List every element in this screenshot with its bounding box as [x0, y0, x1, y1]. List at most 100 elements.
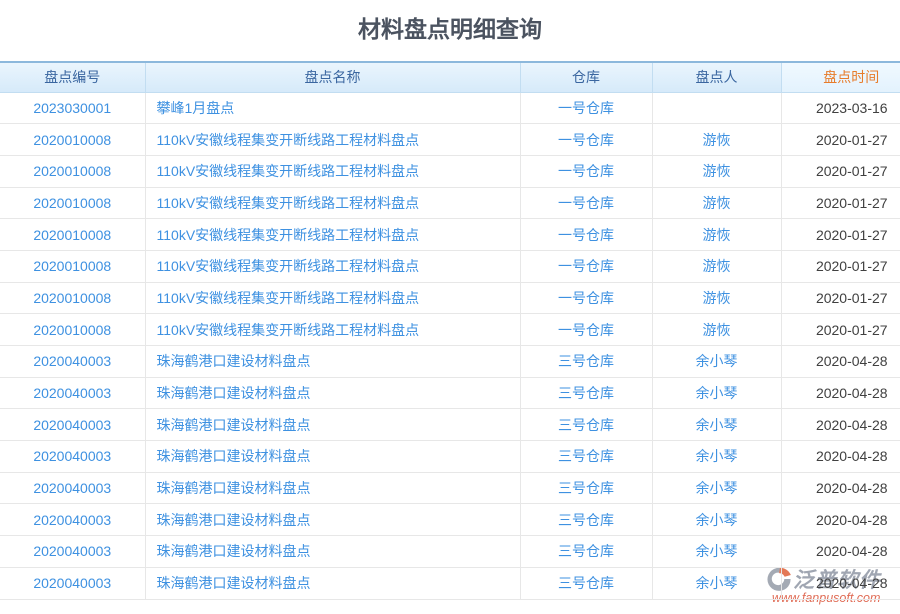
inventory-name-link[interactable]: 110kV安徽线程集变开断线路工程材料盘点 [157, 132, 420, 148]
person-link[interactable]: 余小琴 [696, 543, 738, 559]
cell-date: 2020-01-27 [781, 314, 900, 346]
cell-inventory-name: 珠海鹤港口建设材料盘点 [145, 346, 520, 378]
cell-date: 2020-04-28 [781, 504, 900, 536]
col-header-warehouse[interactable]: 仓库 [520, 62, 652, 92]
person-link[interactable]: 余小琴 [696, 417, 738, 433]
inventory-id-link[interactable]: 2020010008 [33, 132, 111, 148]
inventory-id-link[interactable]: 2020010008 [33, 258, 111, 274]
person-link[interactable]: 余小琴 [696, 385, 738, 401]
inventory-name-link[interactable]: 珠海鹤港口建设材料盘点 [157, 385, 311, 401]
cell-person: 余小琴 [652, 536, 781, 568]
warehouse-link[interactable]: 一号仓库 [558, 227, 614, 243]
table-row: 2020040003 珠海鹤港口建设材料盘点 三号仓库 余小琴 2020-04-… [0, 346, 900, 378]
cell-person: 余小琴 [652, 567, 781, 599]
cell-inventory-id: 2020040003 [0, 377, 145, 409]
inventory-name-link[interactable]: 110kV安徽线程集变开断线路工程材料盘点 [157, 322, 420, 338]
col-header-inventory-name[interactable]: 盘点名称 [145, 62, 520, 92]
inventory-name-link[interactable]: 珠海鹤港口建设材料盘点 [157, 417, 311, 433]
cell-inventory-name: 珠海鹤港口建设材料盘点 [145, 567, 520, 599]
cell-warehouse: 三号仓库 [520, 377, 652, 409]
person-link[interactable]: 余小琴 [696, 575, 738, 591]
inventory-name-link[interactable]: 110kV安徽线程集变开断线路工程材料盘点 [157, 163, 420, 179]
inventory-id-link[interactable]: 2020040003 [33, 353, 111, 369]
cell-warehouse: 三号仓库 [520, 536, 652, 568]
warehouse-link[interactable]: 三号仓库 [558, 543, 614, 559]
inventory-name-link[interactable]: 珠海鹤港口建设材料盘点 [157, 512, 311, 528]
warehouse-link[interactable]: 三号仓库 [558, 353, 614, 369]
warehouse-link[interactable]: 三号仓库 [558, 448, 614, 464]
warehouse-link[interactable]: 一号仓库 [558, 132, 614, 148]
inventory-id-link[interactable]: 2020010008 [33, 163, 111, 179]
inventory-name-link[interactable]: 珠海鹤港口建设材料盘点 [157, 480, 311, 496]
inventory-id-link[interactable]: 2023030001 [33, 100, 111, 116]
inventory-id-link[interactable]: 2020040003 [33, 575, 111, 591]
cell-warehouse: 一号仓库 [520, 187, 652, 219]
person-link[interactable]: 游恢 [703, 290, 731, 306]
table-row: 2020040003 珠海鹤港口建设材料盘点 三号仓库 余小琴 2020-04-… [0, 567, 900, 599]
date-text: 2020-01-27 [816, 258, 888, 274]
warehouse-link[interactable]: 一号仓库 [558, 163, 614, 179]
col-header-inventory-id[interactable]: 盘点编号 [0, 62, 145, 92]
cell-inventory-id: 2020040003 [0, 536, 145, 568]
cell-date: 2020-04-28 [781, 409, 900, 441]
warehouse-link[interactable]: 三号仓库 [558, 512, 614, 528]
inventory-id-link[interactable]: 2020010008 [33, 227, 111, 243]
inventory-id-link[interactable]: 2020040003 [33, 512, 111, 528]
inventory-id-link[interactable]: 2020040003 [33, 480, 111, 496]
table-header-row: 盘点编号 盘点名称 仓库 盘点人 盘点时间 [0, 62, 900, 92]
date-text: 2020-04-28 [816, 385, 888, 401]
date-text: 2020-01-27 [816, 163, 888, 179]
inventory-id-link[interactable]: 2020040003 [33, 448, 111, 464]
warehouse-link[interactable]: 一号仓库 [558, 290, 614, 306]
cell-date: 2020-04-28 [781, 567, 900, 599]
person-link[interactable]: 余小琴 [696, 353, 738, 369]
inventory-id-link[interactable]: 2020040003 [33, 417, 111, 433]
table-row: 2020010008 110kV安徽线程集变开断线路工程材料盘点 一号仓库 游恢… [0, 282, 900, 314]
person-link[interactable]: 余小琴 [696, 448, 738, 464]
cell-person: 余小琴 [652, 472, 781, 504]
warehouse-link[interactable]: 一号仓库 [558, 258, 614, 274]
cell-warehouse: 一号仓库 [520, 314, 652, 346]
person-link[interactable]: 游恢 [703, 258, 731, 274]
warehouse-link[interactable]: 一号仓库 [558, 100, 614, 116]
inventory-id-link[interactable]: 2020040003 [33, 385, 111, 401]
inventory-id-link[interactable]: 2020040003 [33, 543, 111, 559]
date-text: 2023-03-16 [816, 100, 888, 116]
person-link[interactable]: 余小琴 [696, 480, 738, 496]
table-row: 2020010008 110kV安徽线程集变开断线路工程材料盘点 一号仓库 游恢… [0, 155, 900, 187]
cell-inventory-id: 2020010008 [0, 187, 145, 219]
cell-warehouse: 三号仓库 [520, 504, 652, 536]
warehouse-link[interactable]: 三号仓库 [558, 480, 614, 496]
inventory-name-link[interactable]: 珠海鹤港口建设材料盘点 [157, 543, 311, 559]
cell-person: 游恢 [652, 187, 781, 219]
inventory-name-link[interactable]: 珠海鹤港口建设材料盘点 [157, 448, 311, 464]
warehouse-link[interactable]: 一号仓库 [558, 195, 614, 211]
inventory-name-link[interactable]: 珠海鹤港口建设材料盘点 [157, 353, 311, 369]
person-link[interactable]: 游恢 [703, 163, 731, 179]
inventory-name-link[interactable]: 珠海鹤港口建设材料盘点 [157, 575, 311, 591]
inventory-name-link[interactable]: 攀峰1月盘点 [157, 100, 235, 116]
inventory-name-link[interactable]: 110kV安徽线程集变开断线路工程材料盘点 [157, 290, 420, 306]
inventory-name-link[interactable]: 110kV安徽线程集变开断线路工程材料盘点 [157, 258, 420, 274]
warehouse-link[interactable]: 三号仓库 [558, 575, 614, 591]
person-link[interactable]: 游恢 [703, 132, 731, 148]
person-link[interactable]: 游恢 [703, 195, 731, 211]
cell-warehouse: 三号仓库 [520, 346, 652, 378]
warehouse-link[interactable]: 三号仓库 [558, 385, 614, 401]
col-header-person[interactable]: 盘点人 [652, 62, 781, 92]
person-link[interactable]: 余小琴 [696, 512, 738, 528]
table-row: 2020010008 110kV安徽线程集变开断线路工程材料盘点 一号仓库 游恢… [0, 250, 900, 282]
col-header-date[interactable]: 盘点时间 [781, 62, 900, 92]
cell-date: 2020-01-27 [781, 250, 900, 282]
inventory-id-link[interactable]: 2020010008 [33, 322, 111, 338]
warehouse-link[interactable]: 一号仓库 [558, 322, 614, 338]
person-link[interactable]: 游恢 [703, 322, 731, 338]
inventory-name-link[interactable]: 110kV安徽线程集变开断线路工程材料盘点 [157, 195, 420, 211]
cell-inventory-id: 2020010008 [0, 250, 145, 282]
inventory-id-link[interactable]: 2020010008 [33, 195, 111, 211]
inventory-name-link[interactable]: 110kV安徽线程集变开断线路工程材料盘点 [157, 227, 420, 243]
person-link[interactable]: 游恢 [703, 227, 731, 243]
warehouse-link[interactable]: 三号仓库 [558, 417, 614, 433]
cell-date: 2020-01-27 [781, 219, 900, 251]
inventory-id-link[interactable]: 2020010008 [33, 290, 111, 306]
